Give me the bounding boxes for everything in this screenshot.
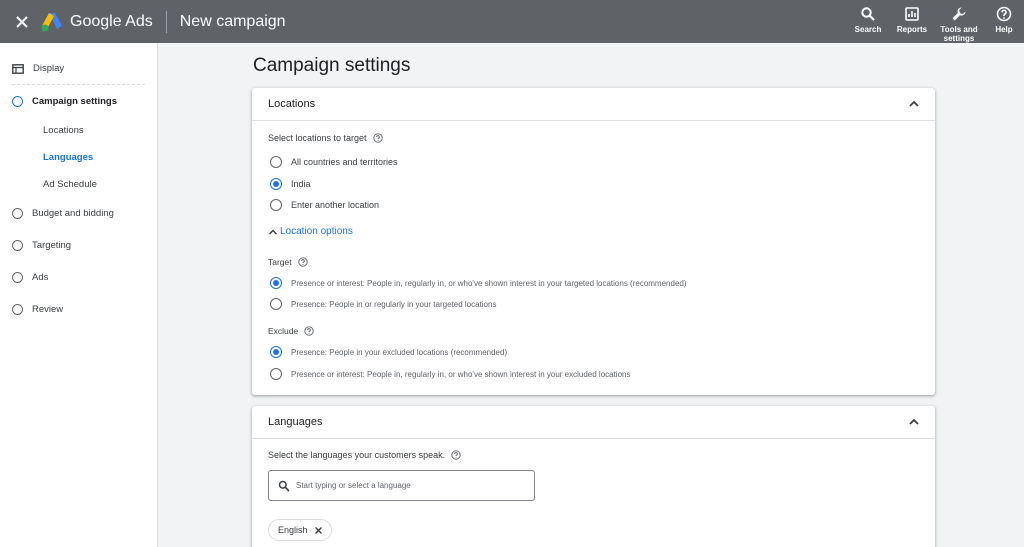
reports-action[interactable]: Reports (890, 0, 934, 43)
search-icon (278, 480, 290, 492)
nav-item-campaign-settings[interactable]: Campaign settings (12, 96, 117, 107)
left-nav: Display Campaign settings Locations Lang… (0, 43, 158, 547)
location-options-link[interactable]: Location options (280, 226, 353, 237)
step-circle-icon (12, 304, 23, 315)
help-circle-icon[interactable] (372, 133, 383, 143)
page-title: Campaign settings (253, 55, 411, 76)
target-option-presence-interest-label: Presence or interest: People in, regular… (291, 278, 687, 288)
nav-item-campaign-settings-label: Campaign settings (32, 96, 117, 107)
page-name: New campaign (179, 12, 286, 30)
locations-card: Locations Select locations to target All… (252, 88, 935, 395)
step-circle-icon (12, 208, 23, 219)
search-action-label: Search (854, 25, 882, 34)
nav-item-display[interactable]: Display (12, 63, 64, 74)
exclude-option-presence-interest-label: Presence or interest: People in, regular… (291, 369, 631, 379)
languages-card: Languages Select the languages your cust… (252, 406, 935, 547)
reports-icon (905, 7, 919, 21)
close-icon[interactable] (12, 12, 32, 32)
locations-card-header[interactable]: Locations (252, 88, 935, 121)
locations-card-title: Locations (268, 98, 316, 110)
google-ads-logo (41, 12, 62, 31)
search-icon (861, 7, 875, 21)
help-action-label: Help (995, 25, 1013, 34)
nav-item-review[interactable]: Review (12, 304, 63, 315)
nav-sub-locations[interactable]: Locations (43, 125, 84, 136)
target-label: Target (268, 257, 292, 267)
nav-item-ads[interactable]: Ads (12, 272, 48, 283)
help-circle-icon[interactable] (297, 257, 308, 267)
target-option-presence[interactable]: Presence: People in or regularly in your… (270, 298, 496, 310)
step-circle-icon (12, 240, 23, 251)
close-icon[interactable] (314, 526, 323, 535)
top-actions: Search Reports Tools and settings Help (846, 0, 1024, 43)
display-icon (12, 63, 24, 74)
target-option-presence-label: Presence: People in or regularly in your… (291, 299, 497, 309)
nav-item-targeting-label: Targeting (32, 240, 72, 251)
radio-button-selected[interactable] (270, 277, 282, 289)
exclude-option-presence[interactable]: Presence: People in your excluded locati… (270, 346, 507, 358)
step-circle-icon (12, 96, 23, 107)
radio-button-selected[interactable] (270, 178, 282, 190)
location-option-india[interactable]: India (270, 178, 311, 190)
target-option-presence-interest[interactable]: Presence or interest: People in, regular… (270, 277, 687, 289)
radio-button[interactable] (270, 368, 282, 380)
tools-action[interactable]: Tools and settings (934, 0, 984, 43)
top-bar: Google Ads New campaign Search Reports T… (0, 0, 1024, 43)
chevron-up-icon[interactable] (907, 415, 921, 429)
nav-item-budget[interactable]: Budget and bidding (12, 208, 114, 219)
wrench-icon (952, 7, 966, 21)
radio-button[interactable] (270, 156, 282, 168)
target-label-row: Target (268, 257, 308, 267)
nav-sub-languages[interactable]: Languages (43, 152, 93, 163)
brand-name: Google Ads (70, 12, 153, 30)
select-locations-row: Select locations to target (268, 133, 383, 143)
nav-item-targeting[interactable]: Targeting (12, 240, 71, 251)
exclude-label: Exclude (268, 326, 299, 336)
help-circle-icon[interactable] (451, 450, 461, 460)
location-option-india-label: India (291, 179, 311, 189)
tools-action-label: Tools and settings (940, 25, 978, 43)
location-option-all[interactable]: All countries and territories (270, 156, 398, 168)
nav-separator (12, 84, 145, 85)
nav-item-ads-label: Ads (32, 272, 49, 283)
language-search-input[interactable] (296, 481, 516, 490)
caret-up-icon (268, 228, 278, 235)
radio-button[interactable] (270, 199, 282, 211)
language-search-box[interactable] (268, 470, 535, 501)
nav-item-budget-label: Budget and bidding (32, 208, 114, 219)
nav-item-display-label: Display (33, 63, 65, 74)
radio-button-selected[interactable] (270, 346, 282, 358)
help-action[interactable]: Help (984, 0, 1024, 43)
location-option-all-label: All countries and territories (291, 157, 398, 167)
location-options-toggle[interactable]: Location options (268, 226, 353, 237)
chevron-up-icon[interactable] (907, 97, 921, 111)
search-action[interactable]: Search (846, 0, 890, 43)
nav-item-review-label: Review (32, 304, 64, 315)
language-chip[interactable]: English (268, 519, 332, 541)
exclude-option-presence-interest[interactable]: Presence or interest: People in, regular… (270, 368, 630, 380)
exclude-option-presence-label: Presence: People in your excluded locati… (291, 347, 508, 357)
languages-card-header[interactable]: Languages (252, 406, 935, 439)
radio-button[interactable] (270, 298, 282, 310)
languages-card-title: Languages (268, 416, 323, 428)
header-divider (165, 10, 167, 33)
help-circle-icon[interactable] (304, 326, 314, 336)
help-icon (996, 6, 1012, 22)
select-languages-row: Select the languages your customers spea… (268, 450, 461, 460)
select-locations-label: Select locations to target (268, 133, 367, 143)
location-option-other[interactable]: Enter another location (270, 199, 379, 211)
nav-sub-ad-schedule[interactable]: Ad Schedule (43, 179, 97, 190)
reports-action-label: Reports (896, 25, 928, 34)
language-chip-label: English (278, 525, 308, 535)
exclude-label-row: Exclude (268, 326, 314, 336)
step-circle-icon (12, 272, 23, 283)
select-languages-label: Select the languages your customers spea… (268, 450, 446, 460)
location-option-other-label: Enter another location (291, 200, 380, 210)
